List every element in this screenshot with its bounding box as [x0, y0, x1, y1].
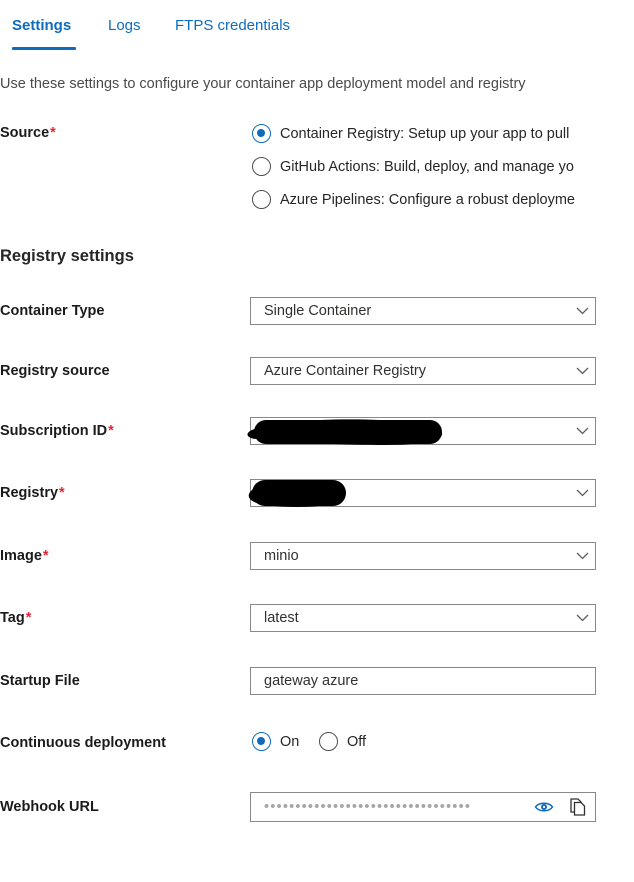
registry-source-dropdown[interactable]: Azure Container Registry — [250, 357, 596, 385]
source-option-azure-pipelines-label: Azure Pipelines: Configure a robust depl… — [280, 191, 575, 208]
registry-label: Registry* — [0, 484, 65, 502]
tab-bar: Settings Logs FTPS credentials — [0, 0, 634, 56]
radio-continuous-deployment-off[interactable] — [319, 732, 338, 751]
container-type-dropdown[interactable]: Single Container — [250, 297, 596, 325]
source-option-container-registry-label: Container Registry: Setup up your app to… — [280, 125, 570, 142]
registry-required-asterisk: * — [59, 485, 65, 501]
radio-github-actions[interactable] — [252, 157, 271, 176]
container-type-label-text: Container Type — [0, 303, 105, 319]
image-dropdown[interactable]: minio — [250, 542, 596, 570]
chevron-down-icon[interactable] — [569, 427, 595, 435]
pane-description: Use these settings to configure your con… — [0, 76, 526, 92]
continuous-deployment-off-label: Off — [347, 733, 367, 750]
webhook-url-label: Webhook URL — [0, 799, 99, 815]
source-option-github-actions[interactable]: GitHub Actions: Build, deploy, and manag… — [252, 157, 574, 176]
startup-file-input[interactable]: gateway azure — [250, 667, 596, 695]
radio-continuous-deployment-on[interactable] — [252, 732, 271, 751]
source-required-asterisk: * — [50, 125, 56, 141]
chevron-down-icon[interactable] — [569, 367, 595, 375]
startup-file-label-text: Startup File — [0, 673, 80, 689]
tab-ftps-credentials[interactable]: FTPS credentials — [175, 16, 290, 36]
tag-value: latest — [264, 610, 299, 626]
image-value: minio — [264, 548, 299, 564]
startup-file-label: Startup File — [0, 672, 81, 690]
registry-source-label: Registry source — [0, 362, 111, 380]
tag-required-asterisk: * — [25, 610, 32, 626]
image-label-text: Image — [0, 548, 42, 564]
subscription-id-dropdown[interactable] — [250, 417, 596, 445]
radio-container-registry[interactable] — [252, 124, 271, 143]
container-type-value: Single Container — [264, 303, 372, 319]
continuous-deployment-label: Continuous deployment — [0, 735, 166, 751]
startup-file-value: gateway azure — [264, 673, 359, 689]
tab-logs[interactable]: Logs — [108, 16, 141, 36]
container-app-deployment-center-settings-pane: Settings Logs FTPS credentials Use these… — [0, 0, 634, 882]
chevron-down-icon[interactable] — [569, 307, 595, 315]
chevron-down-icon[interactable] — [569, 614, 595, 622]
chevron-down-icon[interactable] — [569, 489, 595, 497]
tag-label-text: Tag — [0, 610, 25, 626]
image-label: Image* — [0, 547, 49, 565]
continuous-deployment-option-off[interactable]: Off — [319, 732, 366, 751]
active-tab-indicator — [12, 47, 76, 50]
copy-icon[interactable] — [561, 793, 595, 821]
image-required-asterisk: * — [42, 548, 49, 564]
registry-dropdown[interactable] — [250, 479, 596, 507]
container-type-label: Container Type — [0, 302, 105, 320]
source-option-azure-pipelines[interactable]: Azure Pipelines: Configure a robust depl… — [252, 190, 575, 209]
source-option-github-actions-label: GitHub Actions: Build, deploy, and manag… — [280, 158, 574, 175]
subscription-id-required-asterisk: * — [108, 423, 114, 439]
eye-icon[interactable] — [527, 793, 561, 821]
registry-source-value: Azure Container Registry — [264, 363, 426, 379]
continuous-deployment-on-label: On — [280, 733, 300, 750]
registry-label-text: Registry — [0, 485, 59, 501]
continuous-deployment-option-on[interactable]: On — [252, 732, 299, 751]
source-option-container-registry[interactable]: Container Registry: Setup up your app to… — [252, 124, 569, 143]
registry-settings-heading: Registry settings — [0, 247, 134, 265]
webhook-url-masked-value: ••••••••••••••••••••••••••••••••• — [264, 799, 472, 815]
source-label-text: Source — [0, 125, 50, 141]
radio-azure-pipelines[interactable] — [252, 190, 271, 209]
registry-source-label-text: Registry source — [0, 363, 110, 379]
tag-label: Tag* — [0, 609, 31, 627]
webhook-url-input[interactable]: ••••••••••••••••••••••••••••••••• — [250, 792, 596, 822]
subscription-id-label: Subscription ID* — [0, 422, 114, 440]
subscription-id-label-text: Subscription ID — [0, 423, 108, 439]
chevron-down-icon[interactable] — [569, 552, 595, 560]
tab-settings[interactable]: Settings — [12, 16, 71, 36]
tag-dropdown[interactable]: latest — [250, 604, 596, 632]
source-label: Source* — [0, 124, 56, 142]
